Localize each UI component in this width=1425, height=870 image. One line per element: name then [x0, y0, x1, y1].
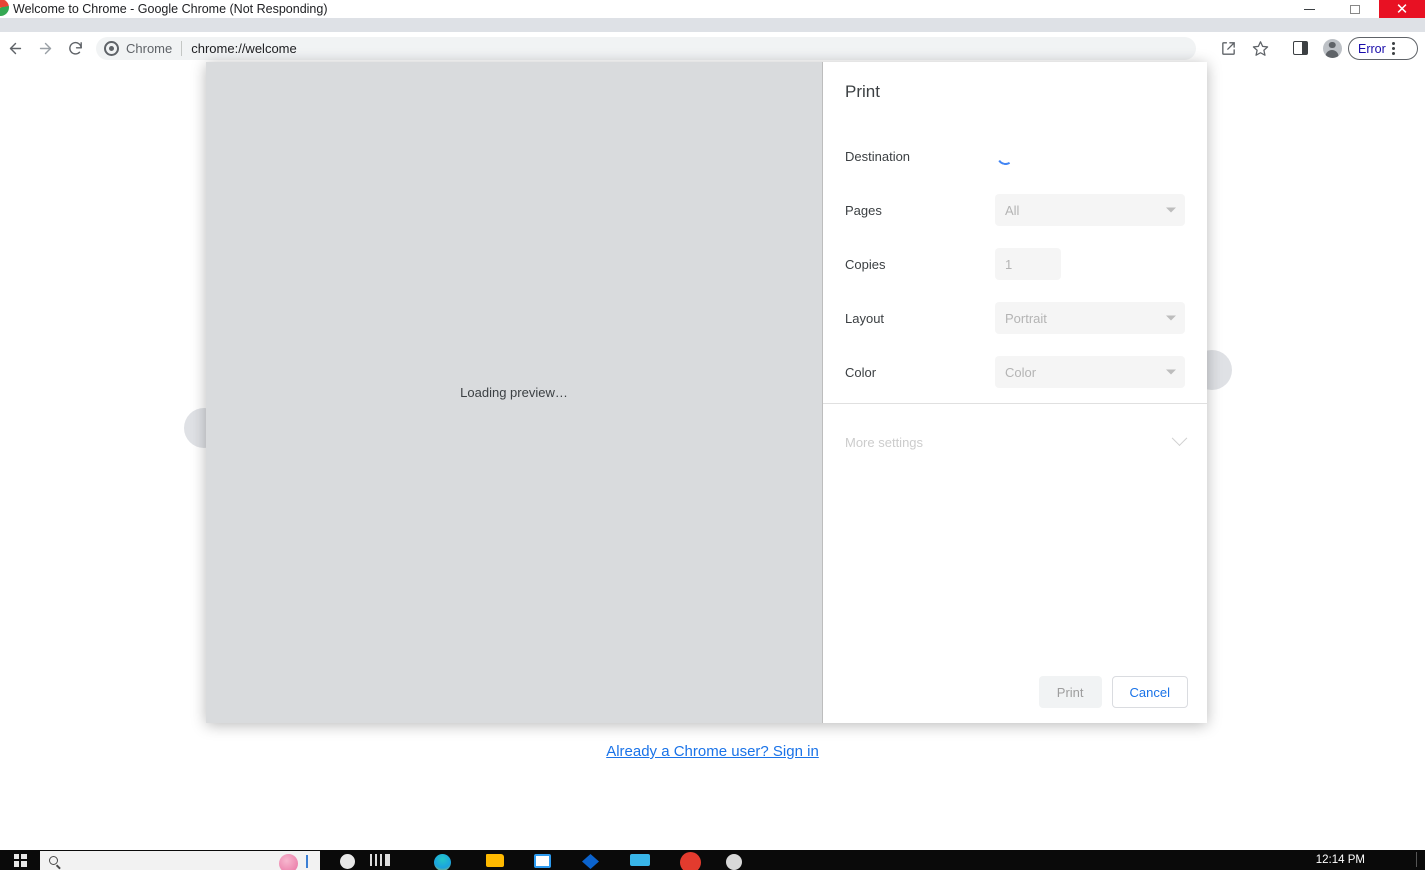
cortana-icon[interactable] — [279, 854, 298, 870]
destination-label: Destination — [845, 148, 911, 164]
restore-icon — [1350, 4, 1360, 14]
window-title: Welcome to Chrome - Google Chrome (Not R… — [13, 2, 328, 16]
loading-spinner-icon — [995, 145, 1016, 167]
color-label: Color — [845, 364, 877, 380]
share-button[interactable] — [1213, 32, 1243, 64]
copies-label: Copies — [845, 256, 886, 272]
screen: Welcome to Chrome - Google Chrome (Not R… — [0, 0, 1425, 870]
dialog-title: Print — [845, 82, 880, 101]
minimize-icon — [1303, 8, 1315, 10]
window-minimize-button[interactable] — [1286, 0, 1332, 18]
taskbar-app-file-explorer[interactable] — [486, 854, 504, 867]
color-value: Color — [1005, 364, 1037, 380]
chrome-icon — [104, 41, 119, 56]
error-menu-button[interactable]: Error — [1348, 37, 1418, 60]
taskbar-app-task-view[interactable] — [340, 854, 355, 869]
profile-button[interactable] — [1317, 32, 1347, 64]
chevron-down-icon — [1166, 207, 1176, 213]
copies-value: 1 — [1005, 256, 1013, 272]
reload-icon — [68, 41, 82, 55]
window-maximize-button[interactable] — [1332, 0, 1378, 18]
status-badge: Error — [1358, 41, 1386, 56]
dialog-actions: Print Cancel — [1038, 676, 1188, 708]
print-preview-pane: Loading preview… — [206, 62, 823, 723]
taskbar-app-microsoft-store[interactable] — [534, 854, 551, 868]
three-dot-menu-icon[interactable] — [1391, 42, 1395, 55]
print-settings-pane: Print Destination Pages All Copies 1 Lay… — [823, 62, 1207, 723]
preview-loading-text: Loading preview… — [460, 385, 568, 400]
setting-row-destination: Destination — [845, 139, 1185, 173]
chevron-down-icon — [1166, 369, 1176, 375]
more-settings-label: More settings — [845, 434, 924, 450]
side-panel-icon — [1292, 41, 1308, 55]
layout-value: Portrait — [1005, 310, 1047, 326]
windows-logo-icon — [13, 853, 27, 867]
windows-taskbar: 12:14 PM — [0, 850, 1425, 870]
taskbar-app-audio[interactable] — [370, 854, 390, 866]
search-icon — [49, 856, 58, 865]
avatar — [1322, 38, 1342, 58]
taskbar-app-settings[interactable] — [726, 854, 742, 870]
task-view-bar-icon[interactable] — [306, 855, 308, 868]
arrow-right-icon — [39, 42, 51, 54]
taskbar-app-onedrive[interactable] — [582, 854, 599, 869]
forward-button[interactable] — [30, 32, 60, 64]
tab-strip — [0, 18, 1425, 50]
chevron-down-icon — [1171, 429, 1188, 446]
signin-link[interactable]: Already a Chrome user? Sign in — [0, 743, 1425, 760]
close-icon: ✕ — [1395, 0, 1409, 18]
share-icon — [1221, 41, 1235, 55]
print-button[interactable]: Print — [1038, 676, 1102, 708]
more-settings-toggle[interactable]: More settings — [845, 426, 1188, 458]
window-close-button[interactable]: ✕ — [1379, 0, 1425, 18]
pages-label: Pages — [845, 202, 882, 218]
setting-row-layout: Layout Portrait — [845, 301, 1185, 335]
chevron-down-icon — [1166, 315, 1176, 321]
setting-row-copies: Copies 1 — [845, 247, 1185, 281]
address-bar-url: chrome://welcome — [191, 41, 297, 56]
pages-value: All — [1005, 202, 1020, 218]
layout-select[interactable]: Portrait — [995, 302, 1185, 334]
bookmark-button[interactable] — [1245, 32, 1275, 64]
tray-separator — [1416, 852, 1417, 867]
layout-label: Layout — [845, 310, 885, 326]
pages-select[interactable]: All — [995, 194, 1185, 226]
settings-divider — [823, 403, 1207, 404]
omnibox-chip-label: Chrome — [126, 41, 173, 56]
side-panel-button[interactable] — [1285, 32, 1315, 64]
setting-row-pages: Pages All — [845, 193, 1185, 227]
cancel-button[interactable]: Cancel — [1111, 676, 1188, 708]
copies-input[interactable]: 1 — [995, 248, 1061, 280]
arrow-left-icon — [9, 42, 21, 54]
color-select[interactable]: Color — [995, 356, 1185, 388]
window-titlebar: Welcome to Chrome - Google Chrome (Not R… — [0, 0, 1425, 18]
address-bar[interactable]: Chrome chrome://welcome — [96, 37, 1196, 60]
back-button[interactable] — [0, 32, 30, 64]
browser-toolbar: Chrome chrome://welcome Error — [0, 32, 1425, 64]
taskbar-search-input[interactable] — [40, 851, 320, 870]
taskbar-app-mail[interactable] — [630, 854, 650, 866]
taskbar-app-browser[interactable] — [434, 854, 451, 870]
start-button[interactable] — [3, 850, 37, 870]
omnibox-separator — [181, 41, 183, 56]
reload-button[interactable] — [60, 32, 90, 64]
taskbar-clock[interactable]: 12:14 PM — [1316, 850, 1365, 870]
destination-control[interactable] — [995, 140, 1185, 172]
chrome-logo-icon — [0, 0, 9, 16]
print-dialog: Loading preview… Print Destination Pages… — [206, 62, 1207, 723]
star-icon — [1252, 40, 1268, 56]
setting-row-color: Color Color — [845, 355, 1185, 389]
taskbar-app-recorder[interactable] — [680, 852, 701, 870]
